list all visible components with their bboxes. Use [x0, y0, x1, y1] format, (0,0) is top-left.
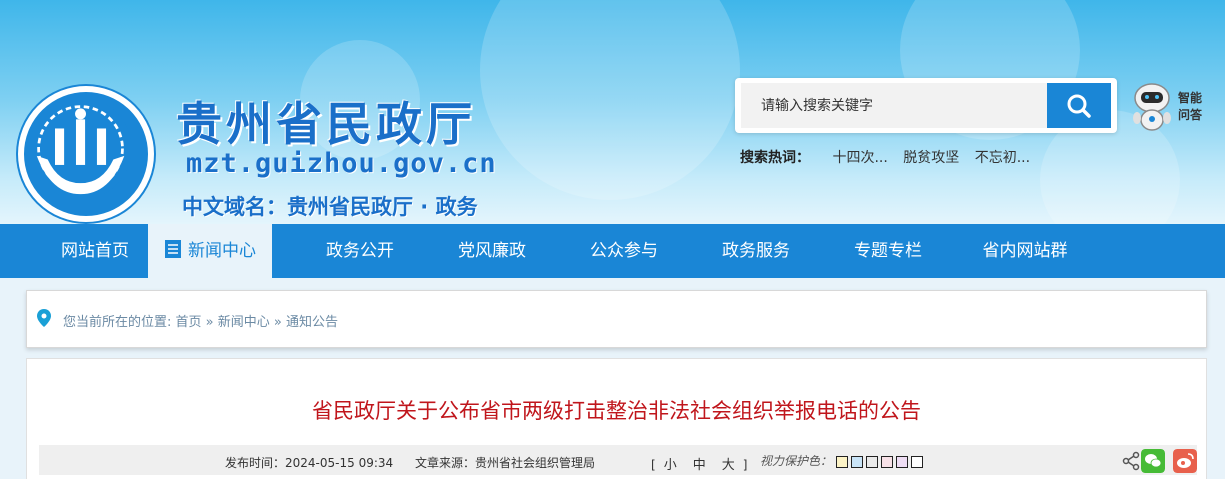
nav-item-news[interactable]: 新闻中心 — [148, 224, 272, 278]
document-icon — [165, 240, 181, 258]
nav-item-topics[interactable]: 专题专栏 — [833, 224, 943, 278]
weibo-icon[interactable] — [1173, 449, 1197, 473]
breadcrumb-notices[interactable]: 通知公告 — [286, 315, 338, 330]
location-pin-icon — [37, 309, 51, 327]
chinese-domain: 中文域名：贵州省民政厅 · 政务 — [182, 195, 478, 219]
smart-qa-label[interactable]: 智能问答 — [1178, 90, 1210, 124]
civil-affairs-emblem — [29, 97, 132, 200]
search-icon — [1067, 94, 1091, 118]
breadcrumb: 您当前所在的位置: 首页 » 新闻中心 » 通知公告 — [26, 290, 1207, 348]
nav-item-participation[interactable]: 公众参与 — [569, 224, 679, 278]
site-logo[interactable] — [18, 86, 154, 222]
source-label: 文章来源： — [415, 456, 476, 470]
vision-color-swatch[interactable] — [880, 455, 893, 468]
publish-info: 发布时间：2024-05-15 09:34 — [225, 454, 393, 471]
bracket-open: [ — [651, 458, 656, 472]
bracket-close: ] — [742, 458, 748, 472]
share-icon[interactable] — [1119, 449, 1143, 473]
hot-word-link[interactable]: 脱贫攻坚 — [903, 150, 959, 166]
vision-color-swatch[interactable] — [895, 455, 908, 468]
source-info: 文章来源：贵州省社会组织管理局 — [415, 454, 595, 471]
font-large-button[interactable]: 大 — [722, 458, 735, 473]
vision-color-controls: 视力保护色： — [760, 452, 926, 469]
font-medium-button[interactable]: 中 — [693, 458, 706, 473]
vision-color-swatch[interactable] — [835, 455, 848, 468]
robot-assistant-icon[interactable] — [1128, 80, 1176, 132]
article-panel: 省民政厅关于公布省市两级打击整治非法社会组织举报电话的公告 发布时间：2024-… — [26, 358, 1207, 479]
breadcrumb-prefix: 您当前所在的位置: — [63, 315, 176, 330]
publish-time: 2024-05-15 09:34 — [285, 456, 394, 470]
nav-item-site-group[interactable]: 省内网站群 — [965, 224, 1085, 278]
search-input[interactable] — [741, 83, 1047, 128]
font-size-controls: [ 小 中 大] — [651, 454, 747, 473]
vision-color-swatch[interactable] — [850, 455, 863, 468]
site-title: 贵州省民政厅 — [176, 97, 476, 151]
breadcrumb-separator: » — [201, 315, 218, 330]
site-header: 贵州省民政厅 mzt.guizhou.gov.cn 中文域名：贵州省民政厅 · … — [0, 0, 1225, 224]
hot-search-words: 搜索热词： 十四次... 脱贫攻坚 不忘初... — [740, 147, 1041, 167]
hot-search-label: 搜索热词： — [740, 150, 810, 166]
nav-item-services[interactable]: 政务服务 — [701, 224, 811, 278]
bokeh-decoration — [480, 0, 740, 200]
site-domain: mzt.guizhou.gov.cn — [186, 148, 497, 179]
vision-color-swatch[interactable] — [910, 455, 923, 468]
hot-word-link[interactable]: 十四次... — [832, 150, 887, 166]
publish-label: 发布时间： — [225, 456, 286, 470]
article-meta-bar: 发布时间：2024-05-15 09:34 文章来源：贵州省社会组织管理局 [ 小… — [39, 445, 1197, 475]
breadcrumb-trail: 您当前所在的位置: 首页 » 新闻中心 » 通知公告 — [63, 311, 338, 330]
vision-color-swatch[interactable] — [865, 455, 878, 468]
nav-item-home[interactable]: 网站首页 — [40, 224, 150, 278]
breadcrumb-home[interactable]: 首页 — [176, 315, 202, 330]
vision-protection-label: 视力保护色： — [760, 454, 833, 468]
wechat-icon[interactable] — [1141, 449, 1165, 473]
search-button[interactable] — [1047, 83, 1111, 128]
hot-word-link[interactable]: 不忘初... — [975, 150, 1030, 166]
breadcrumb-news[interactable]: 新闻中心 — [218, 315, 270, 330]
main-nav: 网站首页 新闻中心 政务公开 党风廉政 公众参与 政务服务 专题专栏 省内网站群 — [0, 224, 1225, 278]
nav-item-party[interactable]: 党风廉政 — [437, 224, 547, 278]
font-small-button[interactable]: 小 — [664, 458, 677, 473]
search-box — [735, 78, 1117, 133]
breadcrumb-separator: » — [269, 315, 286, 330]
source-value: 贵州省社会组织管理局 — [475, 456, 596, 470]
article-title: 省民政厅关于公布省市两级打击整治非法社会组织举报电话的公告 — [312, 399, 921, 423]
nav-item-label: 新闻中心 — [188, 241, 256, 261]
nav-item-gov-affairs[interactable]: 政务公开 — [305, 224, 415, 278]
